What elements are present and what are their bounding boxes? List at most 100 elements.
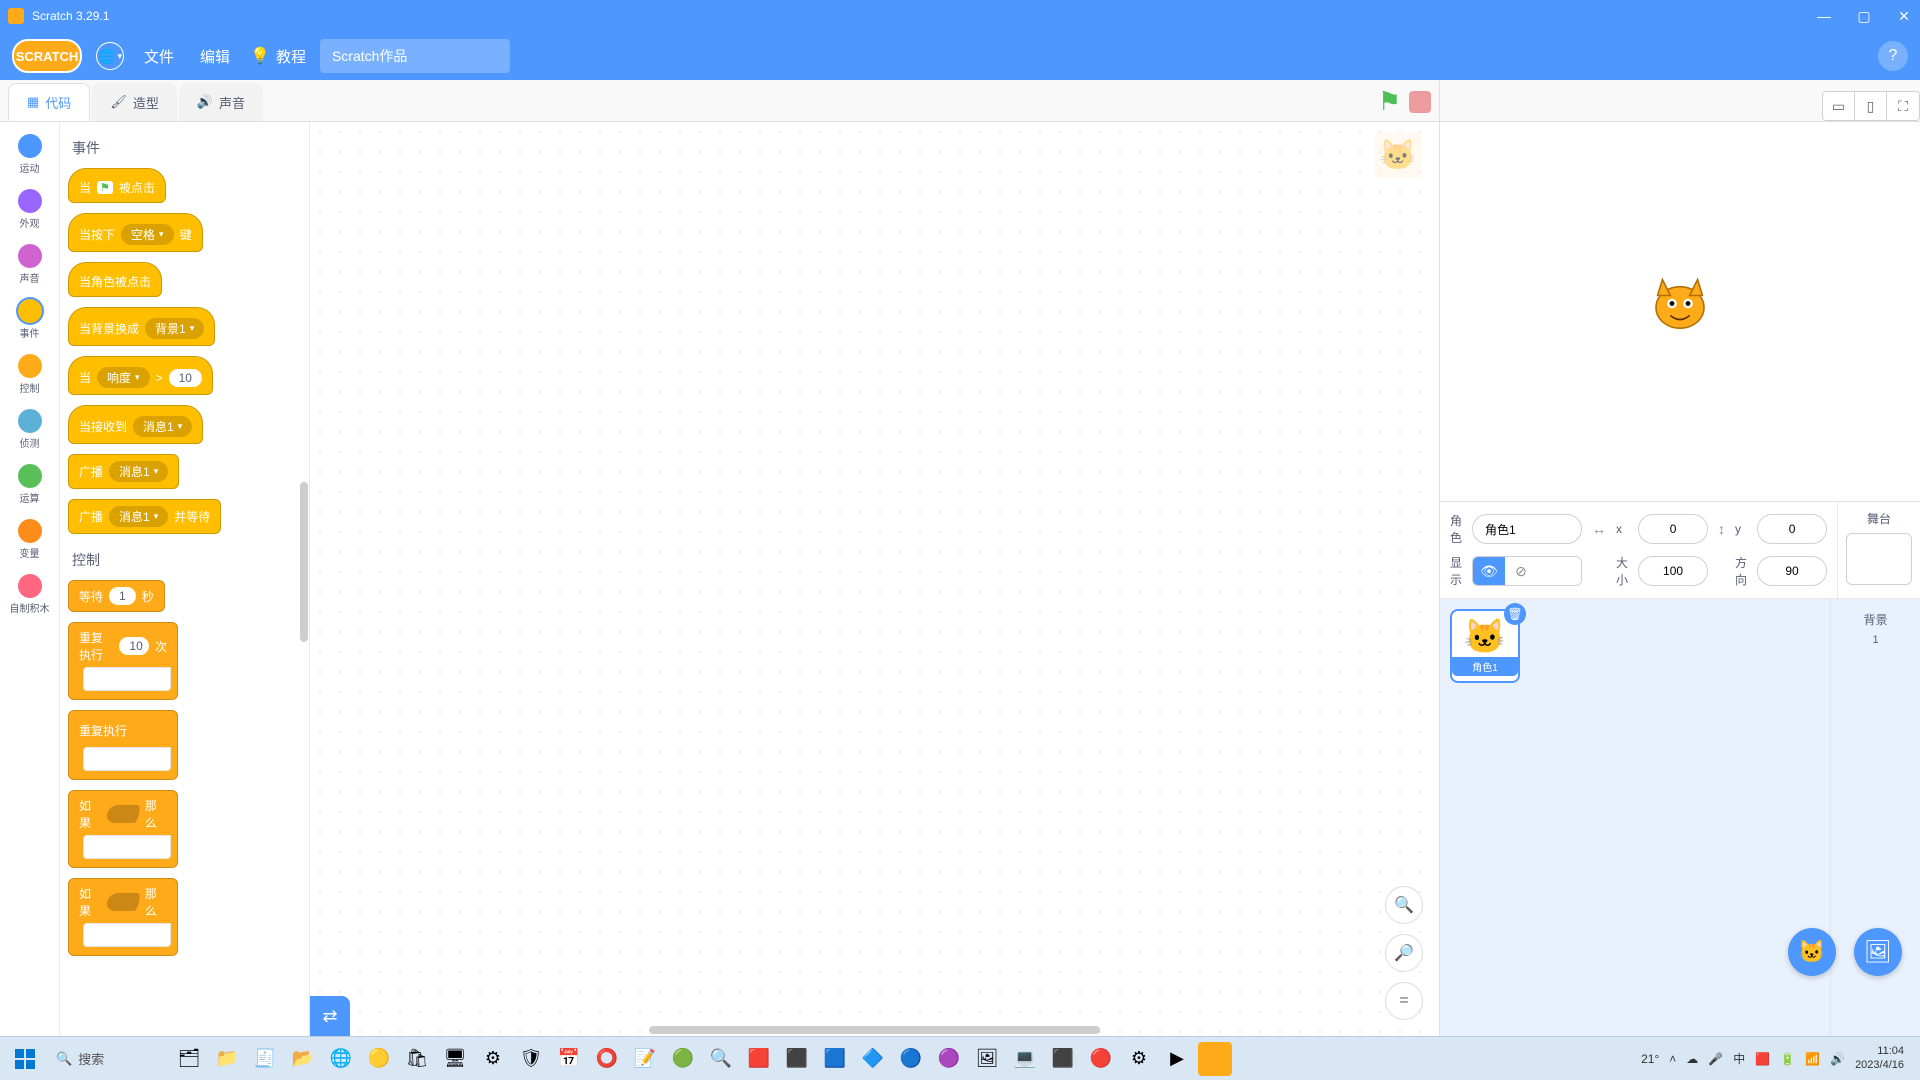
code-workspace[interactable]: 🐱 🔍 🔎 = ⇄ <box>310 122 1439 1036</box>
block-wait-seconds[interactable]: 等待 1 秒 <box>68 580 165 612</box>
tray-battery-icon[interactable]: 🔋 <box>1780 1052 1795 1066</box>
maximize-button[interactable]: ▢ <box>1856 8 1872 24</box>
taskbar-app-5[interactable]: 🛡 <box>514 1042 548 1076</box>
taskbar-settings[interactable]: ⚙ <box>476 1042 510 1076</box>
taskbar-app-14[interactable]: 🔵 <box>894 1042 928 1076</box>
category-events[interactable]: 事件 <box>5 295 55 344</box>
taskbar-app-2[interactable]: 🧾 <box>248 1042 282 1076</box>
stop-button[interactable] <box>1409 91 1431 113</box>
taskbar-app-13[interactable]: 🔷 <box>856 1042 890 1076</box>
taskbar-app-16[interactable]: 🖼 <box>970 1042 1004 1076</box>
block-broadcast[interactable]: 广播 消息1 <box>68 454 179 489</box>
stage-sprite-cat[interactable] <box>1640 263 1720 360</box>
block-palette[interactable]: 事件 当 ⚑ 被点击 当按下 空格 键 当角色被点击 当背景换成 背景1 <box>60 122 310 1036</box>
size-input[interactable] <box>1638 556 1708 586</box>
tab-costumes[interactable]: 🖌 造型 <box>92 83 177 121</box>
category-looks[interactable]: 外观 <box>5 185 55 234</box>
category-sensing[interactable]: 侦测 <box>5 405 55 454</box>
loudness-value-input[interactable]: 10 <box>169 369 202 387</box>
block-when-key-pressed[interactable]: 当按下 空格 键 <box>68 213 203 252</box>
palette-scrollbar[interactable] <box>300 482 308 642</box>
stage-fullscreen-button[interactable]: ⛶ <box>1887 92 1919 120</box>
minimize-button[interactable]: — <box>1816 8 1832 24</box>
start-button[interactable] <box>6 1040 44 1078</box>
backdrop-dropdown[interactable]: 背景1 <box>145 318 204 339</box>
taskbar-scratch[interactable] <box>1198 1042 1232 1076</box>
green-flag-button[interactable]: ⚑ <box>1378 86 1401 117</box>
category-variables[interactable]: 变量 <box>5 515 55 564</box>
stage[interactable] <box>1450 139 1910 484</box>
tray-onedrive-icon[interactable]: ☁ <box>1686 1052 1698 1066</box>
tray-chevron-up-icon[interactable]: ˄ <box>1669 1052 1676 1066</box>
language-button[interactable]: 🌐▾ <box>96 42 124 70</box>
show-button[interactable]: 👁 <box>1473 557 1505 585</box>
block-if-then[interactable]: 如果 那么 <box>68 790 178 868</box>
key-dropdown[interactable]: 空格 <box>121 224 174 245</box>
direction-input[interactable] <box>1757 556 1827 586</box>
taskbar-app-11[interactable]: ⬛ <box>780 1042 814 1076</box>
help-button[interactable]: ? <box>1878 41 1908 71</box>
block-forever[interactable]: 重复执行 <box>68 710 178 780</box>
category-myblocks[interactable]: 自制积木 <box>5 570 55 619</box>
message-dropdown[interactable]: 消息1 <box>133 416 192 437</box>
workspace-horizontal-scrollbar[interactable] <box>649 1026 1101 1034</box>
repeat-value-input[interactable]: 10 <box>119 637 149 655</box>
wait-value-input[interactable]: 1 <box>109 587 136 605</box>
broadcast-dropdown[interactable]: 消息1 <box>109 461 168 482</box>
tray-icon-1[interactable]: 🟥 <box>1755 1052 1770 1066</box>
taskbar-app-9[interactable]: 🔍 <box>704 1042 738 1076</box>
boolean-slot[interactable] <box>105 805 140 823</box>
broadcast-wait-dropdown[interactable]: 消息1 <box>109 506 168 527</box>
block-if-else[interactable]: 如果 那么 <box>68 878 178 956</box>
zoom-out-button[interactable]: 🔎 <box>1385 934 1423 972</box>
add-backdrop-button[interactable]: 🖼 <box>1854 928 1902 976</box>
tray-mic-icon[interactable]: 🎤 <box>1708 1052 1723 1066</box>
delete-sprite-button[interactable]: 🗑 <box>1504 603 1526 625</box>
stage-thumbnail[interactable] <box>1846 533 1912 585</box>
category-motion[interactable]: 运动 <box>5 130 55 179</box>
taskbar-edge[interactable]: 🌐 <box>324 1042 358 1076</box>
block-when-backdrop-switches[interactable]: 当背景换成 背景1 <box>68 307 215 346</box>
stage-selector[interactable]: 舞台 <box>1837 502 1920 598</box>
stage-large-button[interactable]: ▯ <box>1855 92 1887 120</box>
taskbar-app-18[interactable]: ⬛ <box>1046 1042 1080 1076</box>
block-broadcast-and-wait[interactable]: 广播 消息1 并等待 <box>68 499 221 534</box>
project-name-input[interactable] <box>320 39 510 73</box>
taskbar-app-17[interactable]: 💻 <box>1008 1042 1042 1076</box>
tutorials-button[interactable]: 💡 教程 <box>250 46 306 67</box>
taskbar-app-15[interactable]: 🟣 <box>932 1042 966 1076</box>
taskbar-app-4[interactable]: 🖥 <box>438 1042 472 1076</box>
scratch-logo[interactable]: SCRATCH <box>12 39 82 73</box>
block-repeat[interactable]: 重复执行 10 次 <box>68 622 178 700</box>
close-button[interactable]: ✕ <box>1896 8 1912 24</box>
tray-volume-icon[interactable]: 🔊 <box>1830 1052 1845 1066</box>
sprite-tile[interactable]: 🗑 🐱 角色1 <box>1450 609 1520 683</box>
stage-small-button[interactable]: ▭ <box>1823 92 1855 120</box>
block-when-loudness-greater[interactable]: 当 响度 > 10 <box>68 356 213 395</box>
x-input[interactable] <box>1638 514 1708 544</box>
weather-widget[interactable]: 21° <box>1641 1052 1659 1066</box>
block-when-i-receive[interactable]: 当接收到 消息1 <box>68 405 203 444</box>
task-view-button[interactable]: 🗂 <box>172 1042 206 1076</box>
taskbar-app-20[interactable]: ⚙ <box>1122 1042 1156 1076</box>
y-input[interactable] <box>1757 514 1827 544</box>
taskbar-app-21[interactable]: ▶ <box>1160 1042 1194 1076</box>
taskbar-app-8[interactable]: 🟢 <box>666 1042 700 1076</box>
tab-code[interactable]: ▦ 代码 <box>8 83 90 121</box>
edit-menu[interactable]: 编辑 <box>194 46 236 67</box>
taskbar-store[interactable]: 🛍 <box>400 1042 434 1076</box>
taskbar-app-7[interactable]: 📝 <box>628 1042 662 1076</box>
taskbar-app-3[interactable]: 📂 <box>286 1042 320 1076</box>
add-sprite-button[interactable]: 🐱 <box>1788 928 1836 976</box>
block-when-sprite-clicked[interactable]: 当角色被点击 <box>68 262 162 297</box>
sprite-name-input[interactable] <box>1472 514 1582 544</box>
taskbar-app-6[interactable]: ⭕ <box>590 1042 624 1076</box>
tray-wifi-icon[interactable]: 📶 <box>1805 1052 1820 1066</box>
taskbar-app-12[interactable]: 🟦 <box>818 1042 852 1076</box>
block-when-green-flag-clicked[interactable]: 当 ⚑ 被点击 <box>68 168 166 203</box>
boolean-slot-2[interactable] <box>105 893 140 911</box>
hide-button[interactable]: ⊘ <box>1505 557 1537 585</box>
category-operators[interactable]: 运算 <box>5 460 55 509</box>
zoom-reset-button[interactable]: = <box>1385 982 1423 1020</box>
category-control[interactable]: 控制 <box>5 350 55 399</box>
